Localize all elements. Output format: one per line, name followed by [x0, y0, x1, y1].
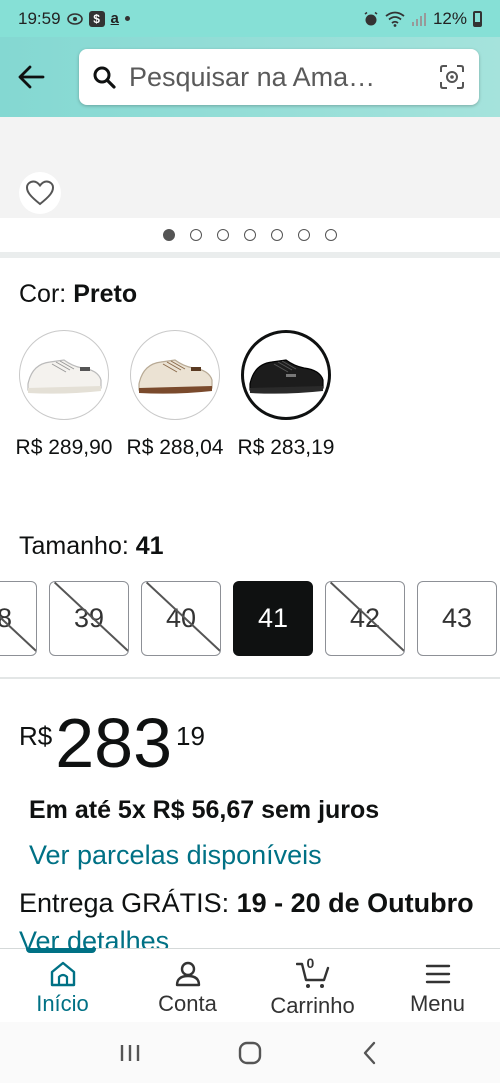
installments-text: Em até 5x R$ 56,67 sem juros	[29, 796, 380, 824]
camera-scan-icon	[440, 65, 464, 89]
wishlist-button[interactable]	[19, 172, 61, 214]
size-label-text: Tamanho:	[19, 532, 129, 560]
carousel-dot[interactable]	[190, 229, 202, 241]
color-label: Cor: Preto	[19, 280, 137, 309]
carousel-dot[interactable]	[298, 229, 310, 241]
carousel-dot[interactable]	[271, 229, 283, 241]
search-icon	[91, 64, 117, 90]
arrow-left-icon	[18, 65, 45, 89]
color-label-text: Cor:	[19, 280, 67, 308]
nav-account[interactable]: Conta	[125, 949, 250, 1022]
back-system-button[interactable]	[350, 1033, 390, 1073]
color-option-price: R$ 289,90	[15, 436, 113, 459]
more-notifications-icon	[124, 16, 130, 21]
user-icon	[175, 961, 200, 987]
search-header	[0, 37, 500, 117]
home-system-button[interactable]	[230, 1033, 270, 1073]
color-option-beige[interactable]: R$ 288,04	[127, 330, 223, 462]
carousel-dot[interactable]	[217, 229, 229, 241]
price-fraction: 19	[176, 721, 205, 751]
product-image-carousel[interactable]	[0, 117, 500, 218]
size-option-38[interactable]: 38	[0, 581, 37, 656]
carousel-dot[interactable]	[244, 229, 256, 241]
size-label: Tamanho: 41	[19, 532, 164, 561]
nav-account-label: Conta	[158, 991, 217, 1016]
alarm-icon	[363, 11, 379, 27]
delivery-prefix: Entrega GRÁTIS:	[19, 888, 230, 918]
home-circle-icon	[238, 1041, 262, 1064]
size-option-40[interactable]: 40	[141, 581, 221, 656]
installments-link[interactable]: Ver parcelas disponíveis	[29, 840, 322, 871]
shoe-thumbnail	[19, 330, 109, 420]
price-display: R$ 283 19	[19, 703, 205, 783]
color-option-black[interactable]: R$ 283,19	[238, 330, 334, 462]
size-option-41[interactable]: 41	[233, 581, 313, 656]
camera-search-button[interactable]	[437, 62, 467, 92]
nav-cart[interactable]: 0 Carrinho	[250, 949, 375, 1022]
selected-size-value: 41	[135, 532, 164, 560]
color-option-price: R$ 283,19	[237, 436, 335, 459]
size-option-39[interactable]: 39	[49, 581, 129, 656]
status-bar: 19:59 $ a 12%	[0, 0, 500, 37]
shoe-thumbnail	[241, 330, 331, 420]
nav-menu[interactable]: Menu	[375, 949, 500, 1022]
section-divider	[0, 252, 500, 258]
payment-app-icon: $	[88, 10, 105, 27]
nav-cart-label: Carrinho	[270, 993, 355, 1018]
status-time: 19:59	[18, 8, 61, 28]
price-currency: R$	[19, 721, 53, 751]
nav-menu-label: Menu	[409, 991, 466, 1016]
back-button[interactable]	[14, 60, 48, 94]
carousel-dot[interactable]	[163, 229, 175, 241]
nav-home[interactable]: Início	[0, 948, 125, 1022]
size-options: 38 39 40 41 42 43	[0, 581, 497, 656]
recent-apps-icon	[120, 1044, 140, 1061]
carousel-indicator	[0, 222, 500, 248]
system-navigation-bar	[0, 1022, 500, 1083]
size-option-42[interactable]: 42	[325, 581, 405, 656]
selected-color-name: Preto	[73, 280, 138, 308]
wifi-icon	[385, 11, 405, 27]
notification-icon	[66, 12, 83, 25]
color-option-white[interactable]: R$ 289,90	[16, 330, 112, 462]
recent-apps-button[interactable]	[110, 1033, 150, 1073]
search-bar[interactable]	[79, 49, 479, 105]
signal-icon	[411, 12, 427, 26]
size-option-43[interactable]: 43	[417, 581, 497, 656]
menu-icon	[425, 964, 450, 984]
color-option-price: R$ 288,04	[126, 436, 224, 459]
color-swatches: R$ 289,90 R$ 288,04 R$ 283,19	[16, 330, 334, 462]
cart-count-badge: 0	[306, 955, 315, 971]
home-icon	[50, 961, 75, 987]
heart-icon	[26, 180, 54, 206]
battery-icon	[473, 10, 482, 27]
amazon-notification-icon: a	[110, 10, 119, 27]
price-whole: 283	[55, 704, 173, 782]
battery-percent: 12%	[432, 8, 467, 28]
app-screen: 19:59 $ a 12% Pesquisar na Ama… Cor: Pre…	[0, 0, 500, 1083]
delivery-dates: 19 - 20 de Outubro	[236, 888, 474, 918]
nav-home-label: Início	[36, 991, 89, 1016]
bottom-navigation: Início Conta 0 Carrinho Menu	[0, 948, 500, 1022]
carousel-dot[interactable]	[325, 229, 337, 241]
search-input[interactable]	[129, 61, 437, 93]
shoe-thumbnail	[130, 330, 220, 420]
section-divider	[0, 677, 500, 679]
chevron-left-icon	[363, 1041, 376, 1064]
